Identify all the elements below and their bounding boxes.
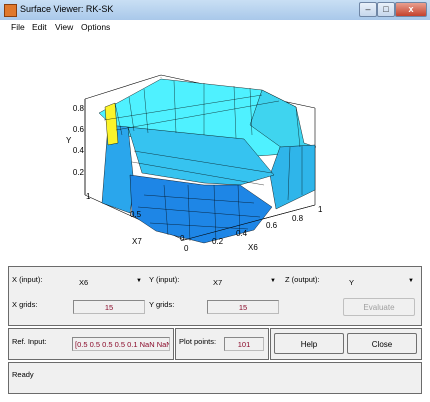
close-button[interactable]: Close — [347, 333, 417, 354]
chevron-down-icon: ▼ — [270, 278, 276, 284]
z-tick-label: 0.6 — [73, 125, 85, 134]
status-panel: Ready — [8, 362, 422, 394]
y-grids-label: Y grids: — [149, 300, 175, 309]
menu-edit[interactable]: Edit — [32, 22, 47, 32]
action-buttons-panel: Help Close — [270, 328, 422, 360]
menu-bar: File Edit View Options — [0, 20, 430, 34]
chevron-down-icon: ▼ — [136, 278, 142, 284]
x6-tick-label: 1 — [318, 205, 323, 214]
x6-tick-label: 0.4 — [236, 229, 248, 238]
ref-input-label: Ref. Input: — [12, 337, 47, 346]
z-output-dropdown[interactable]: Y ▼ — [343, 275, 417, 288]
plot-points-field[interactable]: 101 — [224, 337, 264, 351]
maximize-button[interactable]: □ — [377, 2, 395, 17]
ref-input-panel: Ref. Input: [0.5 0.5 0.5 0.5 0.1 NaN NaN… — [8, 328, 174, 360]
z-output-label: Z (output): — [285, 275, 320, 284]
close-window-button[interactable]: x — [395, 2, 427, 17]
z-tick-label: 0.8 — [73, 104, 85, 113]
y-input-value: X7 — [213, 278, 223, 287]
surface-pit-floor — [129, 174, 273, 244]
x6-tick-label: 0 — [184, 244, 189, 253]
x7-axis-label: X7 — [132, 237, 142, 246]
window-title: Surface Viewer: RK-SK — [20, 4, 114, 14]
ref-input-field[interactable]: [0.5 0.5 0.5 0.5 0.1 NaN NaN 0. — [72, 337, 170, 351]
x6-tick-label: 0.8 — [292, 214, 304, 223]
x-input-value: X6 — [79, 278, 89, 287]
menu-file[interactable]: File — [11, 22, 25, 32]
menu-options[interactable]: Options — [81, 22, 110, 32]
z-axis-label: Y — [66, 136, 72, 145]
x7-tick-label: 0.5 — [130, 210, 142, 219]
evaluate-button[interactable]: Evaluate — [343, 298, 415, 316]
x6-axis-label: X6 — [248, 243, 258, 252]
z-tick-label: 0.2 — [73, 168, 85, 177]
z-output-value: Y — [349, 278, 355, 287]
x-grids-field[interactable]: 15 — [73, 300, 145, 314]
y-grids-field[interactable]: 15 — [207, 300, 279, 314]
minimize-button[interactable]: – — [359, 2, 377, 17]
status-text: Ready — [12, 370, 34, 379]
x-grids-label: X grids: — [12, 300, 38, 309]
x7-tick-label: 1 — [86, 192, 91, 201]
help-button[interactable]: Help — [274, 333, 344, 354]
menu-view[interactable]: View — [55, 22, 73, 32]
chevron-down-icon: ▼ — [408, 278, 414, 284]
surface-plot[interactable]: 0.2 0.4 0.6 0.8 Y 0 0.2 0.4 0.6 0.8 1 X6… — [4, 35, 426, 263]
x6-tick-label: 0.2 — [212, 237, 224, 246]
x-input-dropdown[interactable]: X6 ▼ — [73, 275, 145, 288]
plot-points-panel: Plot points: 101 — [175, 328, 269, 360]
x-input-label: X (input): — [12, 275, 43, 284]
surface-plot-area[interactable]: 0.2 0.4 0.6 0.8 Y 0 0.2 0.4 0.6 0.8 1 X6… — [4, 35, 426, 263]
input-selection-panel: X (input): X6 ▼ Y (input): X7 ▼ Z (outpu… — [8, 266, 422, 326]
y-input-label: Y (input): — [149, 275, 180, 284]
surface-left-wall — [101, 124, 135, 214]
plot-points-label: Plot points: — [179, 337, 217, 346]
x7-tick-label: 0 — [180, 234, 185, 243]
z-tick-label: 0.4 — [73, 146, 85, 155]
y-input-dropdown[interactable]: X7 ▼ — [207, 275, 279, 288]
z-axis: 0.2 0.4 0.6 0.8 Y — [66, 104, 85, 177]
matlab-app-icon — [4, 4, 17, 17]
x6-tick-label: 0.6 — [266, 221, 278, 230]
title-bar: Surface Viewer: RK-SK – □ x — [0, 0, 430, 21]
